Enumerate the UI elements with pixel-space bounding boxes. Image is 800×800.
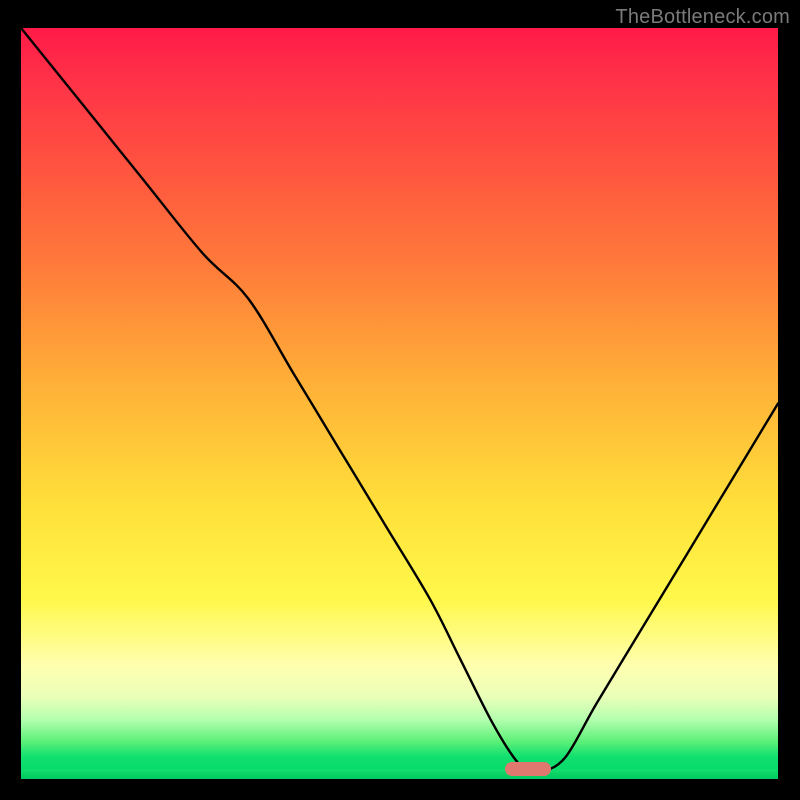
- optimum-marker: [505, 762, 551, 776]
- plot-area: [21, 28, 778, 779]
- bottleneck-curve: [21, 28, 778, 779]
- chart-frame: TheBottleneck.com: [0, 0, 800, 800]
- watermark-text: TheBottleneck.com: [615, 6, 790, 29]
